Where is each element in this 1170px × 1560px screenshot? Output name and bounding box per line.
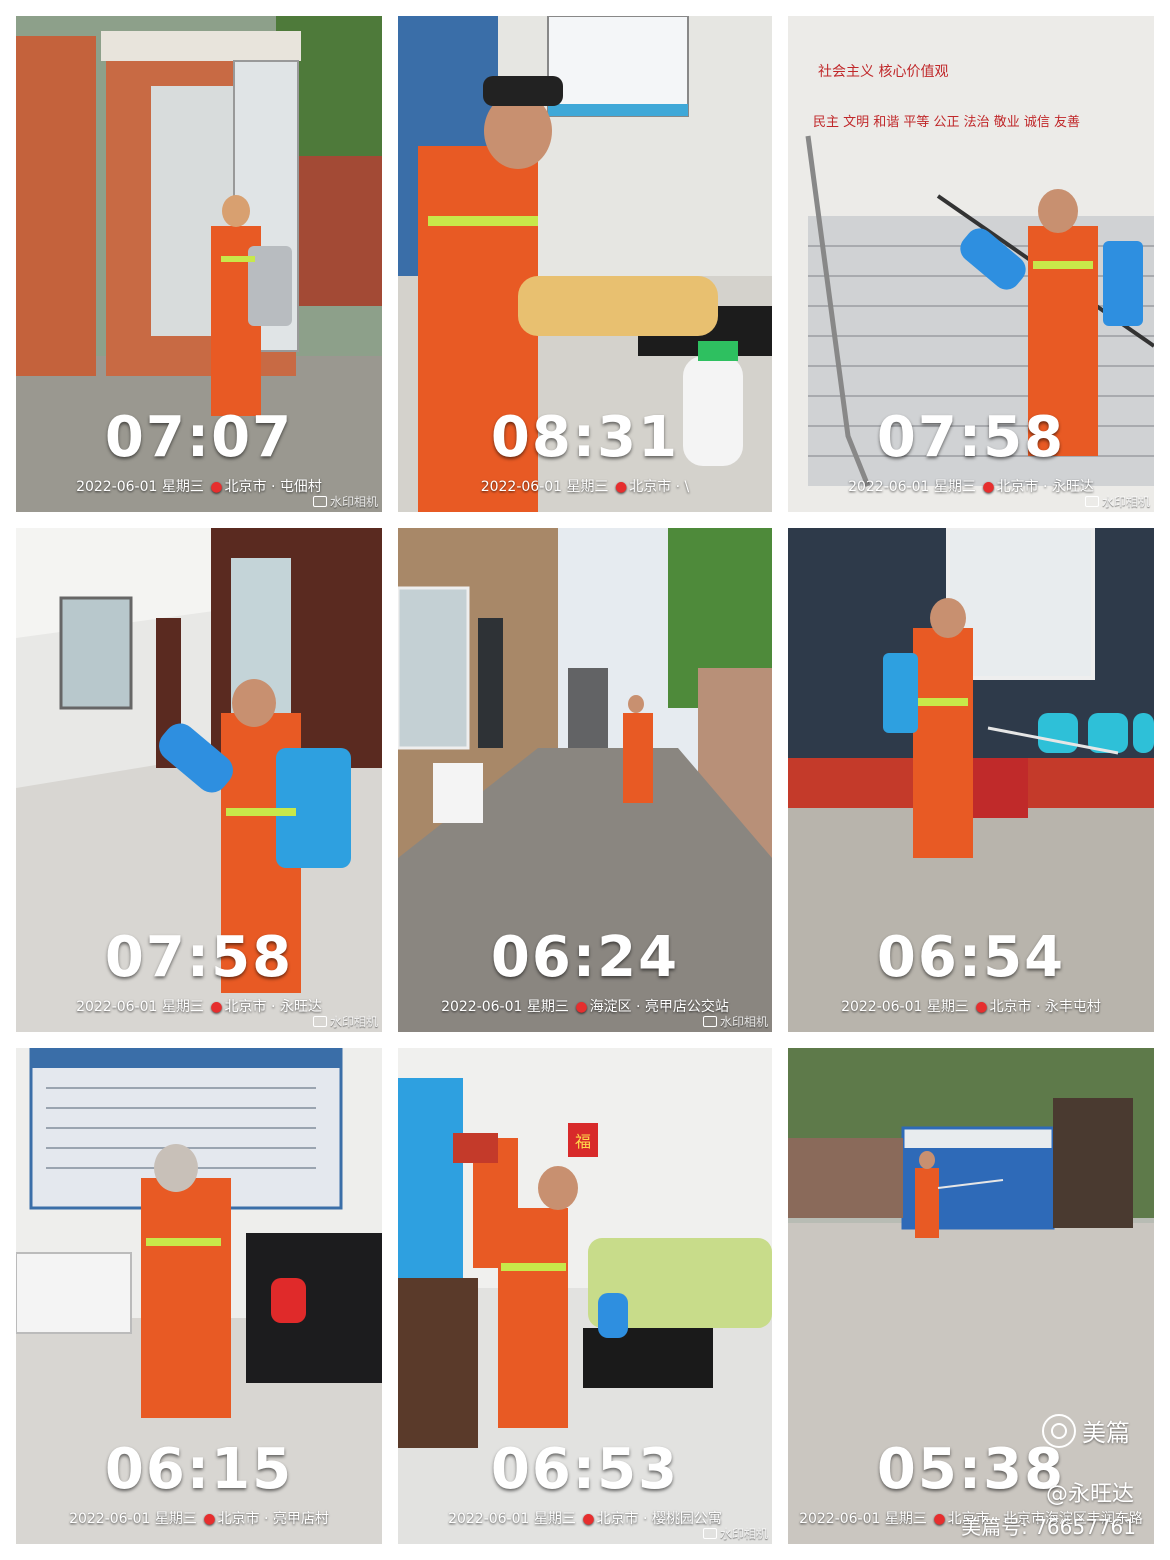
meipian-number: 美篇号: 76657761 [961,1515,1136,1539]
photo-6-location: 北京市 · 永丰屯村 [989,999,1101,1015]
photo-1-time: 07:07 [104,405,294,470]
location-pin-icon: ● [933,1511,946,1527]
red-sign: 社会主义 核心价值观 [818,64,948,80]
photo-tile-7[interactable]: 06:15 2022-06-01 星期三 ● 北京市 · 亮甲店村 [16,1048,382,1544]
location-pin-icon: ● [614,479,628,495]
location-pin-icon: ● [203,1511,216,1527]
photo-1-watermark-text: 水印相机 [329,495,378,509]
photo-6-info: 2022-06-01 星期三 ● 北京市 · 永丰屯村 [788,996,1154,1016]
photo-2-time: 08:31 [490,405,680,470]
photo-5-watermark-text: 水印相机 [719,1015,768,1029]
photo-4-date: 2022-06-01 [76,999,158,1015]
meipian-icon [1042,1413,1076,1448]
photo-6-time: 06:54 [876,925,1066,990]
fu-sign: 福 [575,1132,591,1151]
location-pin-icon: ● [982,479,995,495]
photo-8-date: 2022-06-01 [448,1511,530,1527]
photo-3-watermark-text: 水印相机 [1101,495,1150,509]
photo-6-weekday: 星期三 [926,999,969,1015]
photo-1-location: 北京市 · 屯佃村 [224,479,322,495]
meipian-logo: 美篇 [1042,1413,1130,1448]
photo-9-date: 2022-06-01 [799,1511,881,1527]
photo-1-watermark: 水印相机 [312,493,378,510]
photo-1-weekday: 星期三 [161,479,204,495]
photo-4-weekday: 星期三 [161,999,204,1015]
photo-5-weekday: 星期三 [526,999,569,1015]
photo-9-weekday: 星期三 [884,1511,927,1527]
location-pin-icon: ● [975,999,988,1015]
location-pin-icon: ● [210,479,223,495]
photo-2-weekday: 星期三 [566,479,609,495]
location-pin-icon: ● [575,999,588,1015]
camera-icon [702,1016,717,1027]
photo-5-time: 06:24 [490,925,680,990]
location-pin-icon: ● [210,999,223,1015]
photo-tile-9[interactable]: 05:38 2022-06-01 星期三 ● 北京市 · 北京市海淀区丰润东路 美… [788,1048,1154,1544]
location-pin-icon: ● [582,1511,595,1527]
meipian-logo-text: 美篇 [1082,1419,1130,1447]
photo-3-weekday: 星期三 [933,479,976,495]
photo-2-info: 2022-06-01 星期三 ● 北京市 · \ [398,476,772,496]
photo-7-location: 北京市 · 亮甲店村 [217,1511,329,1527]
photo-7-date: 2022-06-01 [69,1511,151,1527]
photo-4-location: 北京市 · 永旺达 [224,999,322,1015]
photo-tile-6[interactable]: 06:54 2022-06-01 星期三 ● 北京市 · 永丰屯村 [788,528,1154,1032]
photo-6-date: 2022-06-01 [841,999,923,1015]
photo-5-date: 2022-06-01 [441,999,523,1015]
photo-1-date: 2022-06-01 [76,479,158,495]
photo-2-date: 2022-06-01 [480,479,563,495]
photo-7-weekday: 星期三 [154,1511,197,1527]
photo-tile-1[interactable]: 07:07 2022-06-01 星期三 ● 北京市 · 屯佃村 水印相机 [16,16,382,512]
photo-7-info: 2022-06-01 星期三 ● 北京市 · 亮甲店村 [16,1508,382,1528]
photo-collage: 07:07 2022-06-01 星期三 ● 北京市 · 屯佃村 水印相机 08:… [0,0,1170,1560]
photo-8-watermark: 水印相机 [702,1525,768,1542]
photo-tile-4[interactable]: 07:58 2022-06-01 星期三 ● 北京市 · 永旺达 水印相机 [16,528,382,1032]
photo-8-time: 06:53 [490,1437,680,1502]
photo-4-watermark: 水印相机 [312,1013,378,1030]
values-wall: 民主 文明 和谐 平等 公正 法治 敬业 诚信 友善 [813,114,1080,130]
camera-icon [312,1016,327,1027]
photo-7-time: 06:15 [104,1437,294,1502]
photo-3-watermark: 水印相机 [1084,493,1150,510]
meipian-user: @永旺达 [1045,1482,1134,1507]
photo-8-watermark-text: 水印相机 [719,1527,768,1541]
photo-3-location: 北京市 · 永旺达 [996,479,1094,495]
photo-2-location: 北京市 · \ [629,479,690,495]
camera-icon [1084,496,1099,507]
photo-tile-5[interactable]: 06:24 2022-06-01 星期三 ● 海淀区 · 亮甲店公交站 水印相机 [398,528,772,1032]
camera-icon [312,496,327,507]
photo-8-weekday: 星期三 [533,1511,576,1527]
photo-tile-2[interactable]: 08:31 2022-06-01 星期三 ● 北京市 · \ [398,16,772,512]
photo-tile-3[interactable]: 社会主义 核心价值观 民主 文明 和谐 平等 公正 法治 敬业 诚信 友善 07… [788,16,1154,512]
photo-4-time: 07:58 [104,925,294,990]
camera-icon [702,1528,717,1539]
photo-3-time: 07:58 [876,405,1066,470]
photo-4-watermark-text: 水印相机 [329,1015,378,1029]
photo-5-watermark: 水印相机 [702,1013,768,1030]
photo-tile-8[interactable]: 福 06:53 2022-06-01 星期三 ● 北京市 · 樱桃园公寓 水印相机 [398,1048,772,1544]
photo-3-date: 2022-06-01 [848,479,930,495]
